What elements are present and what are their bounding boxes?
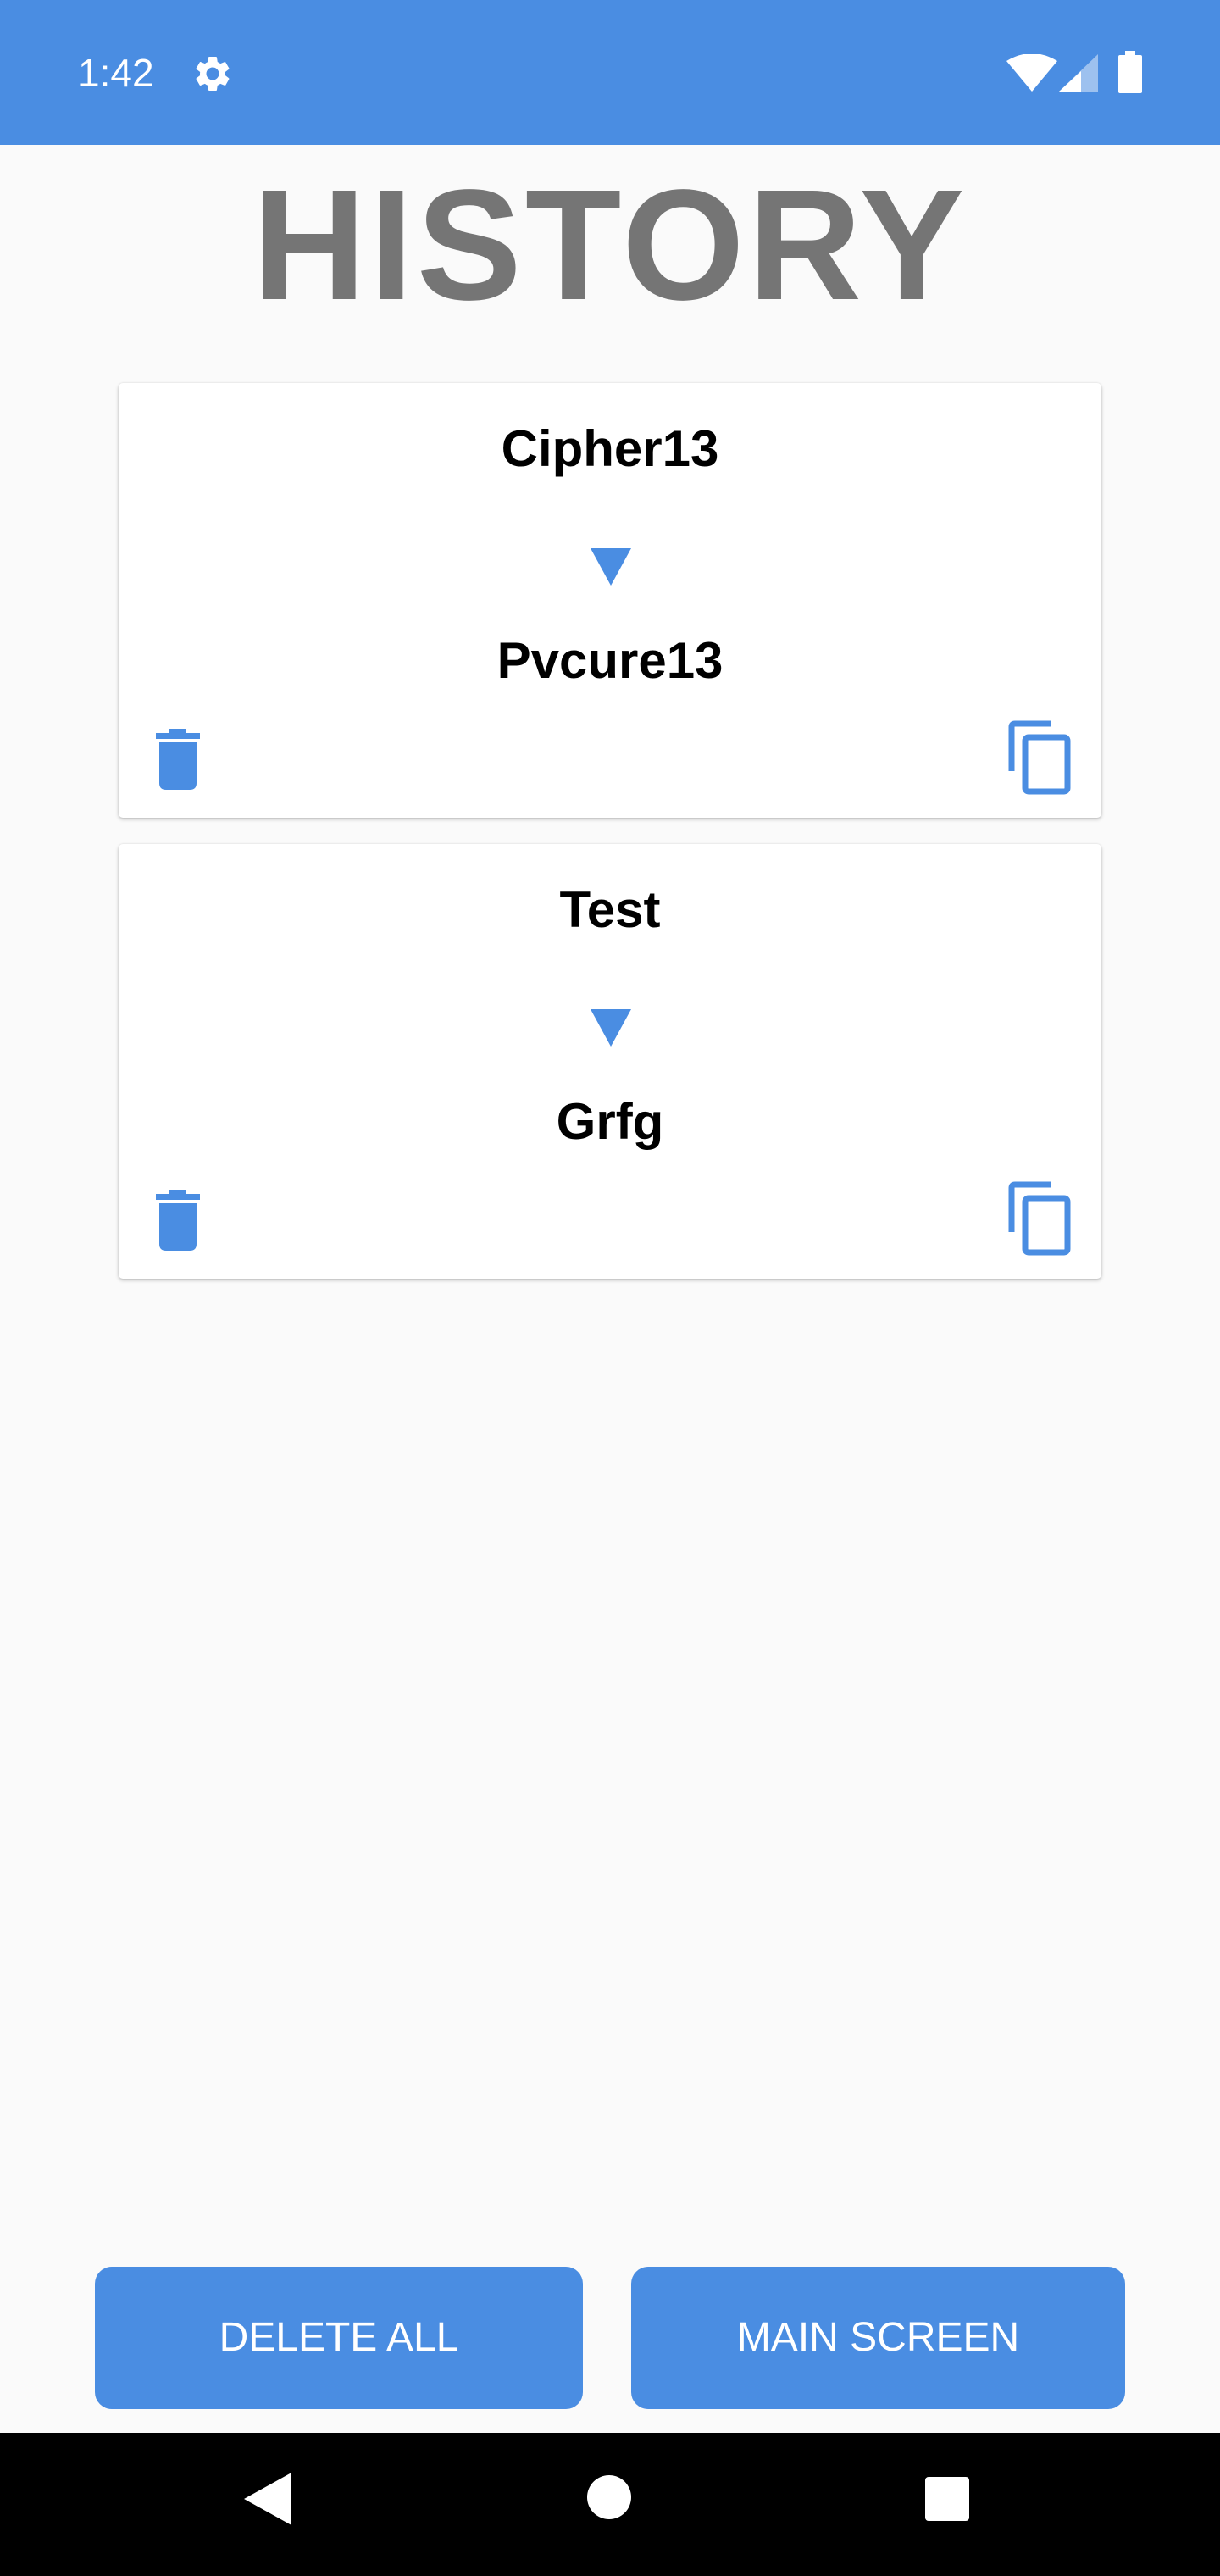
status-bar: 1:42 xyxy=(0,0,1220,145)
copy-icon[interactable] xyxy=(1008,1181,1071,1256)
cell-signal-icon xyxy=(1059,54,1098,92)
navigation-bar xyxy=(0,2433,1220,2576)
history-output-text: Grfg xyxy=(556,1093,664,1150)
history-card: Test Grfg xyxy=(119,844,1101,1279)
delete-all-button[interactable]: DELETE ALL xyxy=(95,2267,583,2409)
copy-icon[interactable] xyxy=(1008,720,1071,795)
arrow-down-icon xyxy=(591,1009,631,1046)
history-card: Cipher13 Pvcure13 xyxy=(119,383,1101,818)
history-output-text: Pvcure13 xyxy=(496,632,724,689)
recents-icon[interactable] xyxy=(925,2477,969,2521)
battery-icon xyxy=(1118,51,1142,93)
home-icon[interactable] xyxy=(587,2475,631,2519)
back-icon[interactable] xyxy=(244,2473,291,2525)
page-title: HISTORY xyxy=(252,158,968,333)
main-screen-button[interactable]: MAIN SCREEN xyxy=(631,2267,1125,2409)
wifi-icon xyxy=(1006,54,1057,92)
status-time: 1:42 xyxy=(78,51,154,95)
history-input-text: Cipher13 xyxy=(501,420,719,477)
trash-icon[interactable] xyxy=(156,1190,200,1251)
history-input-text: Test xyxy=(559,881,661,938)
trash-icon[interactable] xyxy=(156,729,200,790)
arrow-down-icon xyxy=(591,548,631,586)
gear-icon xyxy=(196,56,230,91)
